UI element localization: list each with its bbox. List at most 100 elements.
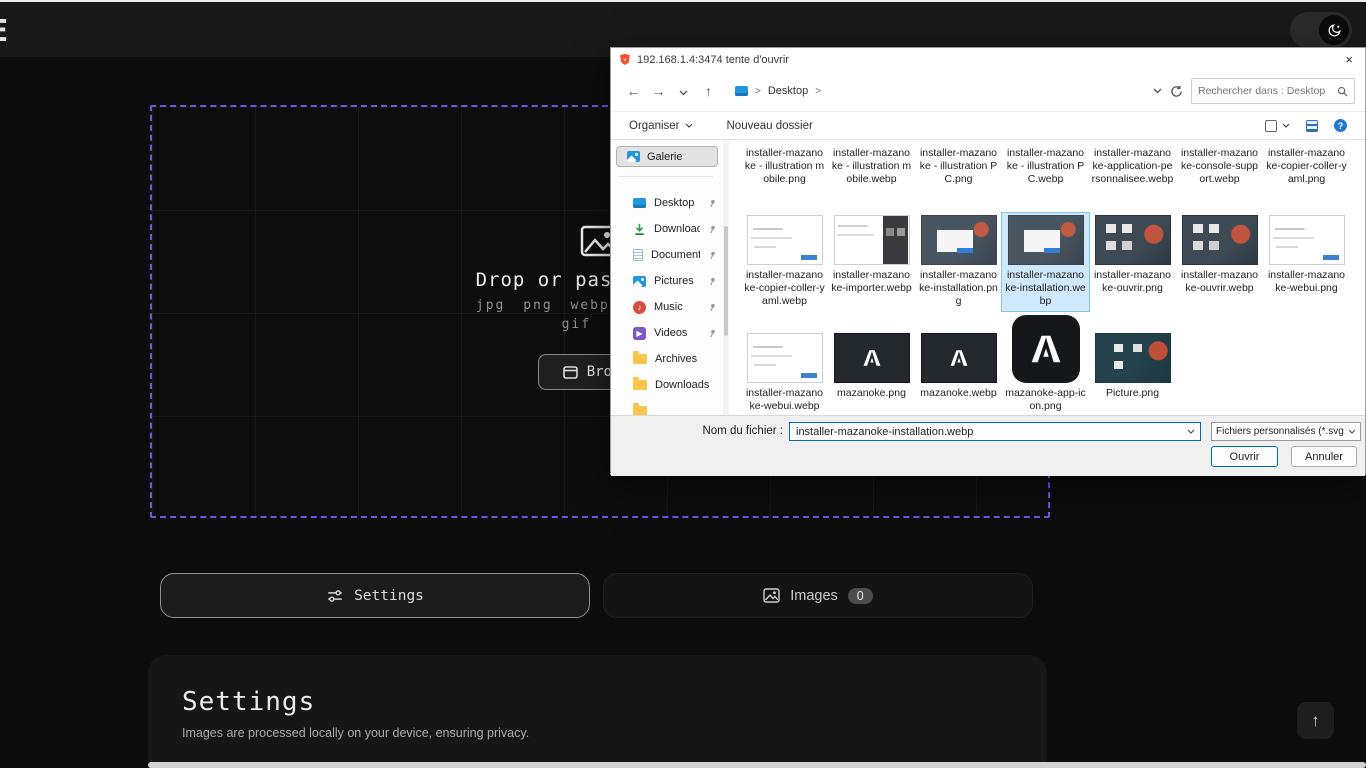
file-thumbnail <box>747 215 823 265</box>
search-input[interactable] <box>1198 85 1333 97</box>
file-item[interactable]: installer-mazanoke-copier-coller-yaml.we… <box>741 213 828 311</box>
file-name: mazanoke.webp <box>918 387 1000 400</box>
dialog-titlebar[interactable]: 192.168.1.4:3474 tente d'ouvrir × <box>611 48 1365 71</box>
address-dropdown-chevron[interactable] <box>1153 88 1162 94</box>
file-name: installer-mazanoke-importer.webp <box>831 269 913 295</box>
chevron-down-icon <box>1348 429 1356 434</box>
forward-button[interactable]: → <box>646 83 671 99</box>
file-item[interactable]: installer-mazanoke-application-personnal… <box>1089 140 1176 189</box>
up-arrow-icon: ↑ <box>1311 711 1320 730</box>
file-item[interactable]: installer-mazanoke - illustration mobile… <box>741 140 828 189</box>
filename-field[interactable] <box>789 422 1201 441</box>
file-item[interactable]: installer-mazanoke - illustration PC.png <box>915 140 1002 189</box>
dialog-title: 192.168.1.4:3474 tente d'ouvrir <box>637 54 789 66</box>
tab-settings[interactable]: Settings <box>160 573 590 618</box>
file-thumbnail <box>1008 215 1084 265</box>
dialog-toolbar: Organiser Nouveau dossier ? <box>611 112 1365 140</box>
horizontal-scrollbar[interactable] <box>148 762 1366 768</box>
details-view-icon[interactable] <box>1306 120 1318 132</box>
pin-icon <box>708 225 717 234</box>
settings-panel: Settings Images are processed locally on… <box>148 655 1047 768</box>
cancel-button[interactable]: Annuler <box>1291 446 1357 467</box>
desktop-icon <box>735 86 748 96</box>
file-item[interactable]: mazanoke.png <box>828 309 915 415</box>
sidebar-item-downloads[interactable]: Downloads <box>611 216 723 242</box>
file-item[interactable]: installer-mazanoke-ouvrir.webp <box>1176 213 1263 311</box>
file-name: installer-mazanoke-ouvrir.webp <box>1179 269 1261 295</box>
file-item-selected[interactable]: installer-mazanoke-installation.webp <box>1002 213 1089 311</box>
file-item[interactable]: installer-mazanoke-installation.png <box>915 213 1002 311</box>
pin-icon <box>708 277 717 286</box>
sidebar-item-label: Archives <box>655 353 717 365</box>
recent-locations-chevron[interactable] <box>671 83 696 99</box>
filename-history-chevron[interactable] <box>1187 429 1195 434</box>
breadcrumb-separator: > <box>815 86 821 97</box>
file-item[interactable]: installer-mazanoke - illustration mobile… <box>828 140 915 189</box>
scrollbar-thumb[interactable] <box>724 226 728 336</box>
open-button-label: Ouvrir <box>1230 451 1260 463</box>
close-icon[interactable]: × <box>1341 53 1357 66</box>
file-item[interactable]: installer-mazanoke-copier-coller-yaml.pn… <box>1263 140 1350 189</box>
file-item[interactable]: installer-mazanoke-console-support.webp <box>1176 140 1263 189</box>
file-thumbnail <box>921 215 997 265</box>
open-button[interactable]: Ouvrir <box>1211 446 1278 467</box>
tab-images[interactable]: Images 0 <box>603 573 1033 618</box>
app-logo-partial: E <box>0 14 9 49</box>
sidebar-item-downloads-2[interactable]: Downloads <box>611 372 723 398</box>
file-item[interactable]: mazanoke.webp <box>915 309 1002 415</box>
file-name: installer-mazanoke - illustration mobile… <box>744 142 826 186</box>
filename-input[interactable] <box>790 426 1187 438</box>
help-icon[interactable]: ? <box>1334 119 1347 132</box>
brave-browser-icon <box>619 53 631 66</box>
tab-row: Settings Images 0 <box>160 573 1033 618</box>
chevron-down-icon <box>685 123 693 128</box>
file-name: installer-mazanoke-console-support.webp <box>1179 142 1261 186</box>
scroll-to-top-button[interactable]: ↑ <box>1297 702 1334 739</box>
organize-menu[interactable]: Organiser <box>629 120 693 132</box>
images-count-badge: 0 <box>848 588 873 604</box>
new-folder-button[interactable]: Nouveau dossier <box>727 120 813 132</box>
sidebar-item-music[interactable]: ♪ Music <box>611 294 723 320</box>
sidebar-item-folder-clipped[interactable] <box>611 398 723 415</box>
sidebar-item-archives[interactable]: Archives <box>611 346 723 372</box>
search-box[interactable] <box>1191 78 1355 104</box>
theme-toggle-knob <box>1319 15 1349 45</box>
sidebar-item-desktop[interactable]: Desktop <box>611 190 723 216</box>
sidebar-item-documents[interactable]: Documents <box>611 242 723 268</box>
file-name: installer-mazanoke-installation.webp <box>1005 269 1087 308</box>
pin-icon <box>708 303 717 312</box>
monitor-icon <box>633 198 646 208</box>
up-button[interactable]: ↑ <box>696 83 721 99</box>
breadcrumb-item-desktop[interactable]: Desktop <box>768 85 808 97</box>
file-name: installer-mazanoke-installation.png <box>918 269 1000 308</box>
sidebar-pinned-list: Desktop Downloads Documents <box>611 190 723 415</box>
file-open-dialog: 192.168.1.4:3474 tente d'ouvrir × ← → ↑ … <box>610 47 1366 475</box>
file-item[interactable]: installer-mazanoke-importer.webp <box>828 213 915 311</box>
gallery-icon <box>627 151 640 162</box>
file-name: installer-mazanoke-application-personnal… <box>1092 142 1174 186</box>
breadcrumb[interactable]: > Desktop > <box>735 85 821 97</box>
refresh-icon[interactable] <box>1170 85 1183 98</box>
filetype-select[interactable]: Fichiers personnalisés (*.svg;*.g <box>1211 422 1361 441</box>
image-icon <box>763 588 780 603</box>
file-item[interactable]: installer-mazanoke-webui.webp <box>741 309 828 415</box>
folder-icon <box>633 406 647 415</box>
view-mode-button[interactable] <box>1265 120 1290 132</box>
organize-label: Organiser <box>629 120 680 132</box>
window-icon <box>563 366 578 379</box>
file-item[interactable]: installer-mazanoke-webui.png <box>1263 213 1350 311</box>
sidebar-item-label: Music <box>654 301 700 313</box>
file-thumbnail <box>1182 215 1258 265</box>
sidebar-item-gallery[interactable]: Galerie <box>616 146 718 167</box>
sidebar-item-label: Desktop <box>654 197 700 209</box>
file-item[interactable]: Picture.png <box>1089 309 1176 415</box>
sidebar-item-pictures[interactable]: Pictures <box>611 268 723 294</box>
file-name: installer-mazanoke-webui.webp <box>744 387 826 413</box>
file-name: installer-mazanoke-ouvrir.png <box>1092 269 1174 295</box>
sidebar-item-videos[interactable]: ▶ Videos <box>611 320 723 346</box>
theme-toggle[interactable] <box>1290 12 1352 48</box>
file-item[interactable]: mazanoke-app-icon.png <box>1002 309 1089 415</box>
file-item[interactable]: installer-mazanoke - illustration PC.web… <box>1002 140 1089 189</box>
file-item[interactable]: installer-mazanoke-ouvrir.png <box>1089 213 1176 311</box>
back-button[interactable]: ← <box>621 83 646 99</box>
